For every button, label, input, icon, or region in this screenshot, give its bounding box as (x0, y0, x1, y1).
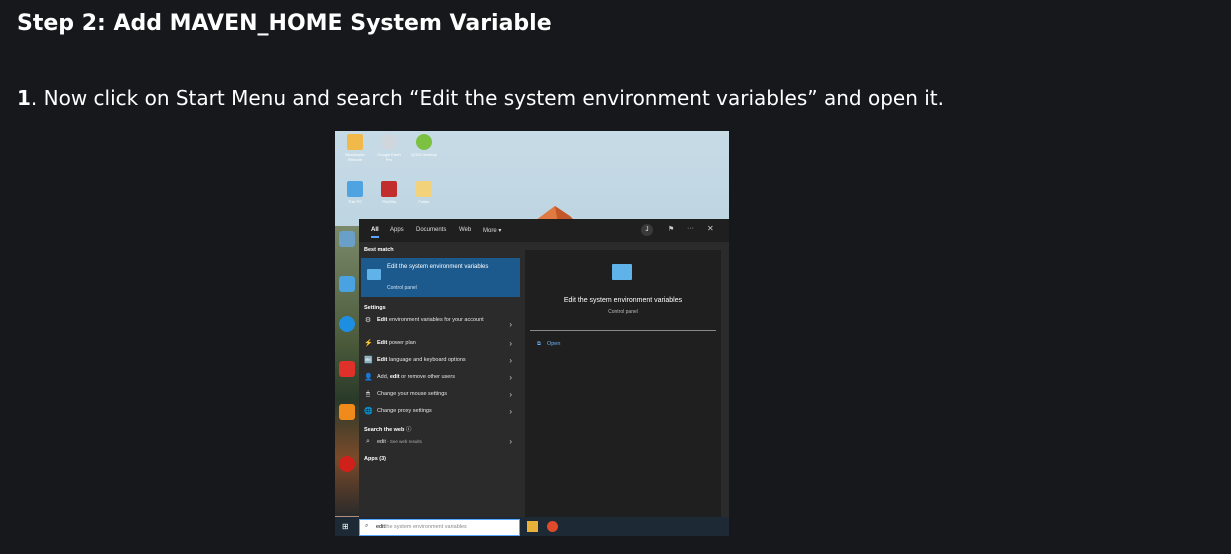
chevron-right-icon: › (509, 320, 512, 329)
computer-icon (347, 181, 363, 197)
tab-more[interactable]: More ▾ (483, 227, 501, 234)
filezilla-icon (381, 181, 397, 197)
settings-icon: ⚙ (364, 317, 372, 324)
power-icon: ⚡ (364, 340, 373, 347)
settings-item-language[interactable]: 🔤 Edit language and keyboard options › (361, 354, 518, 369)
desktop-icon-google-earth[interactable]: Google Earth Pro (374, 134, 404, 162)
desktop-icon-qgis[interactable]: QGIS Desktop (409, 134, 439, 157)
preview-title: Edit the system environment variables (563, 297, 683, 304)
taskbar-search-input[interactable]: ⌕ editthe system environment variables (359, 519, 520, 536)
best-match-label: Best match (364, 247, 394, 253)
tab-web[interactable]: Web (459, 227, 471, 233)
results-list: Best match Edit the system environment v… (359, 242, 520, 517)
desktop-icon-this-pc[interactable]: This PC (340, 181, 370, 204)
opera-icon[interactable] (339, 456, 355, 472)
taskbar: ⊞ ⌕ editthe system environment variables (335, 517, 729, 536)
settings-item-mouse[interactable]: 🖱 Change your mouse settings › (361, 388, 518, 403)
recycle-bin-icon[interactable] (339, 231, 355, 247)
chrome-icon[interactable] (547, 521, 558, 532)
start-search-panel: All Apps Documents Web More ▾ J ⚑ ··· ✕ … (359, 219, 729, 517)
qgis-icon (416, 134, 432, 150)
tab-all[interactable]: All (371, 227, 379, 238)
vlc-icon[interactable] (339, 404, 355, 420)
best-match-title: Edit the system environment variables (387, 264, 489, 270)
chevron-right-icon: › (509, 437, 512, 446)
preview-subtitle: Control panel (608, 309, 638, 315)
language-icon: 🔤 (364, 357, 373, 364)
best-match-subtitle: Control panel (387, 285, 417, 291)
instruction-body: . Now click on Start Menu and search “Ed… (30, 86, 944, 110)
system-properties-icon (367, 269, 381, 280)
windows-logo-icon[interactable]: ⊞ (342, 523, 350, 531)
preview-pane: Edit the system environment variables Co… (525, 250, 721, 517)
divider (530, 330, 716, 331)
user-icon: 👤 (364, 374, 373, 381)
page-title: Step 2: Add MAVEN_HOME System Variable (17, 11, 552, 36)
settings-item-env-vars[interactable]: ⚙ Edit environment variables for your ac… (361, 314, 518, 334)
step-number: 1 (17, 86, 31, 110)
chevron-right-icon: › (509, 407, 512, 416)
folder-icon (416, 181, 432, 197)
apps-label: Apps (3) (364, 456, 386, 462)
web-search-result[interactable]: ⌕ edit - See web results › (361, 435, 518, 450)
settings-item-power-plan[interactable]: ⚡ Edit power plan › (361, 337, 518, 352)
bluestacks-icon (347, 134, 363, 150)
search-filter-bar: All Apps Documents Web More ▾ J ⚑ ··· ✕ (359, 219, 729, 242)
chevron-right-icon: › (509, 339, 512, 348)
desktop-icon-folder[interactable]: Folder (409, 181, 439, 204)
close-icon[interactable]: ✕ (707, 224, 714, 233)
desktop-icon-filezilla[interactable]: FileZilla (374, 181, 404, 204)
settings-item-proxy[interactable]: 🌐 Change proxy settings › (361, 405, 518, 420)
globe-icon: 🌐 (364, 408, 373, 415)
chevron-right-icon: › (509, 390, 512, 399)
instruction-text: 1. Now click on Start Menu and search “E… (17, 86, 944, 110)
feedback-icon[interactable]: ⚑ (668, 225, 674, 233)
settings-item-users[interactable]: 👤 Add, edit or remove other users › (361, 371, 518, 386)
chevron-right-icon: › (509, 373, 512, 382)
best-match-result[interactable]: Edit the system environment variables Co… (361, 258, 520, 297)
windows-start-menu-screenshot: Bluestacks Remote Google Earth Pro QGIS … (335, 131, 729, 536)
info-icon: ⓘ (405, 427, 412, 433)
search-icon: ⌕ (365, 523, 369, 529)
search-web-label: Search the web ⓘ (364, 427, 412, 433)
edge-icon[interactable] (339, 316, 355, 332)
desktop-icon-column (335, 226, 359, 516)
tab-apps[interactable]: Apps (390, 227, 404, 233)
system-properties-icon (612, 264, 632, 280)
mouse-icon: 🖱 (365, 391, 371, 398)
more-options-icon[interactable]: ··· (687, 225, 694, 232)
tab-documents[interactable]: Documents (416, 227, 446, 233)
avatar[interactable]: J (641, 224, 653, 236)
file-explorer-icon[interactable] (527, 521, 538, 532)
desktop-icon-bluestacks[interactable]: Bluestacks Remote (340, 134, 370, 162)
open-action[interactable]: ⧉ Open (537, 341, 566, 348)
settings-label: Settings (364, 305, 386, 311)
open-icon: ⧉ (537, 341, 541, 347)
chevron-right-icon: › (509, 356, 512, 365)
search-icon: ⌕ (366, 438, 370, 445)
google-earth-icon (381, 134, 397, 150)
control-panel-icon[interactable] (339, 276, 355, 292)
anydesk-icon[interactable] (339, 361, 355, 377)
